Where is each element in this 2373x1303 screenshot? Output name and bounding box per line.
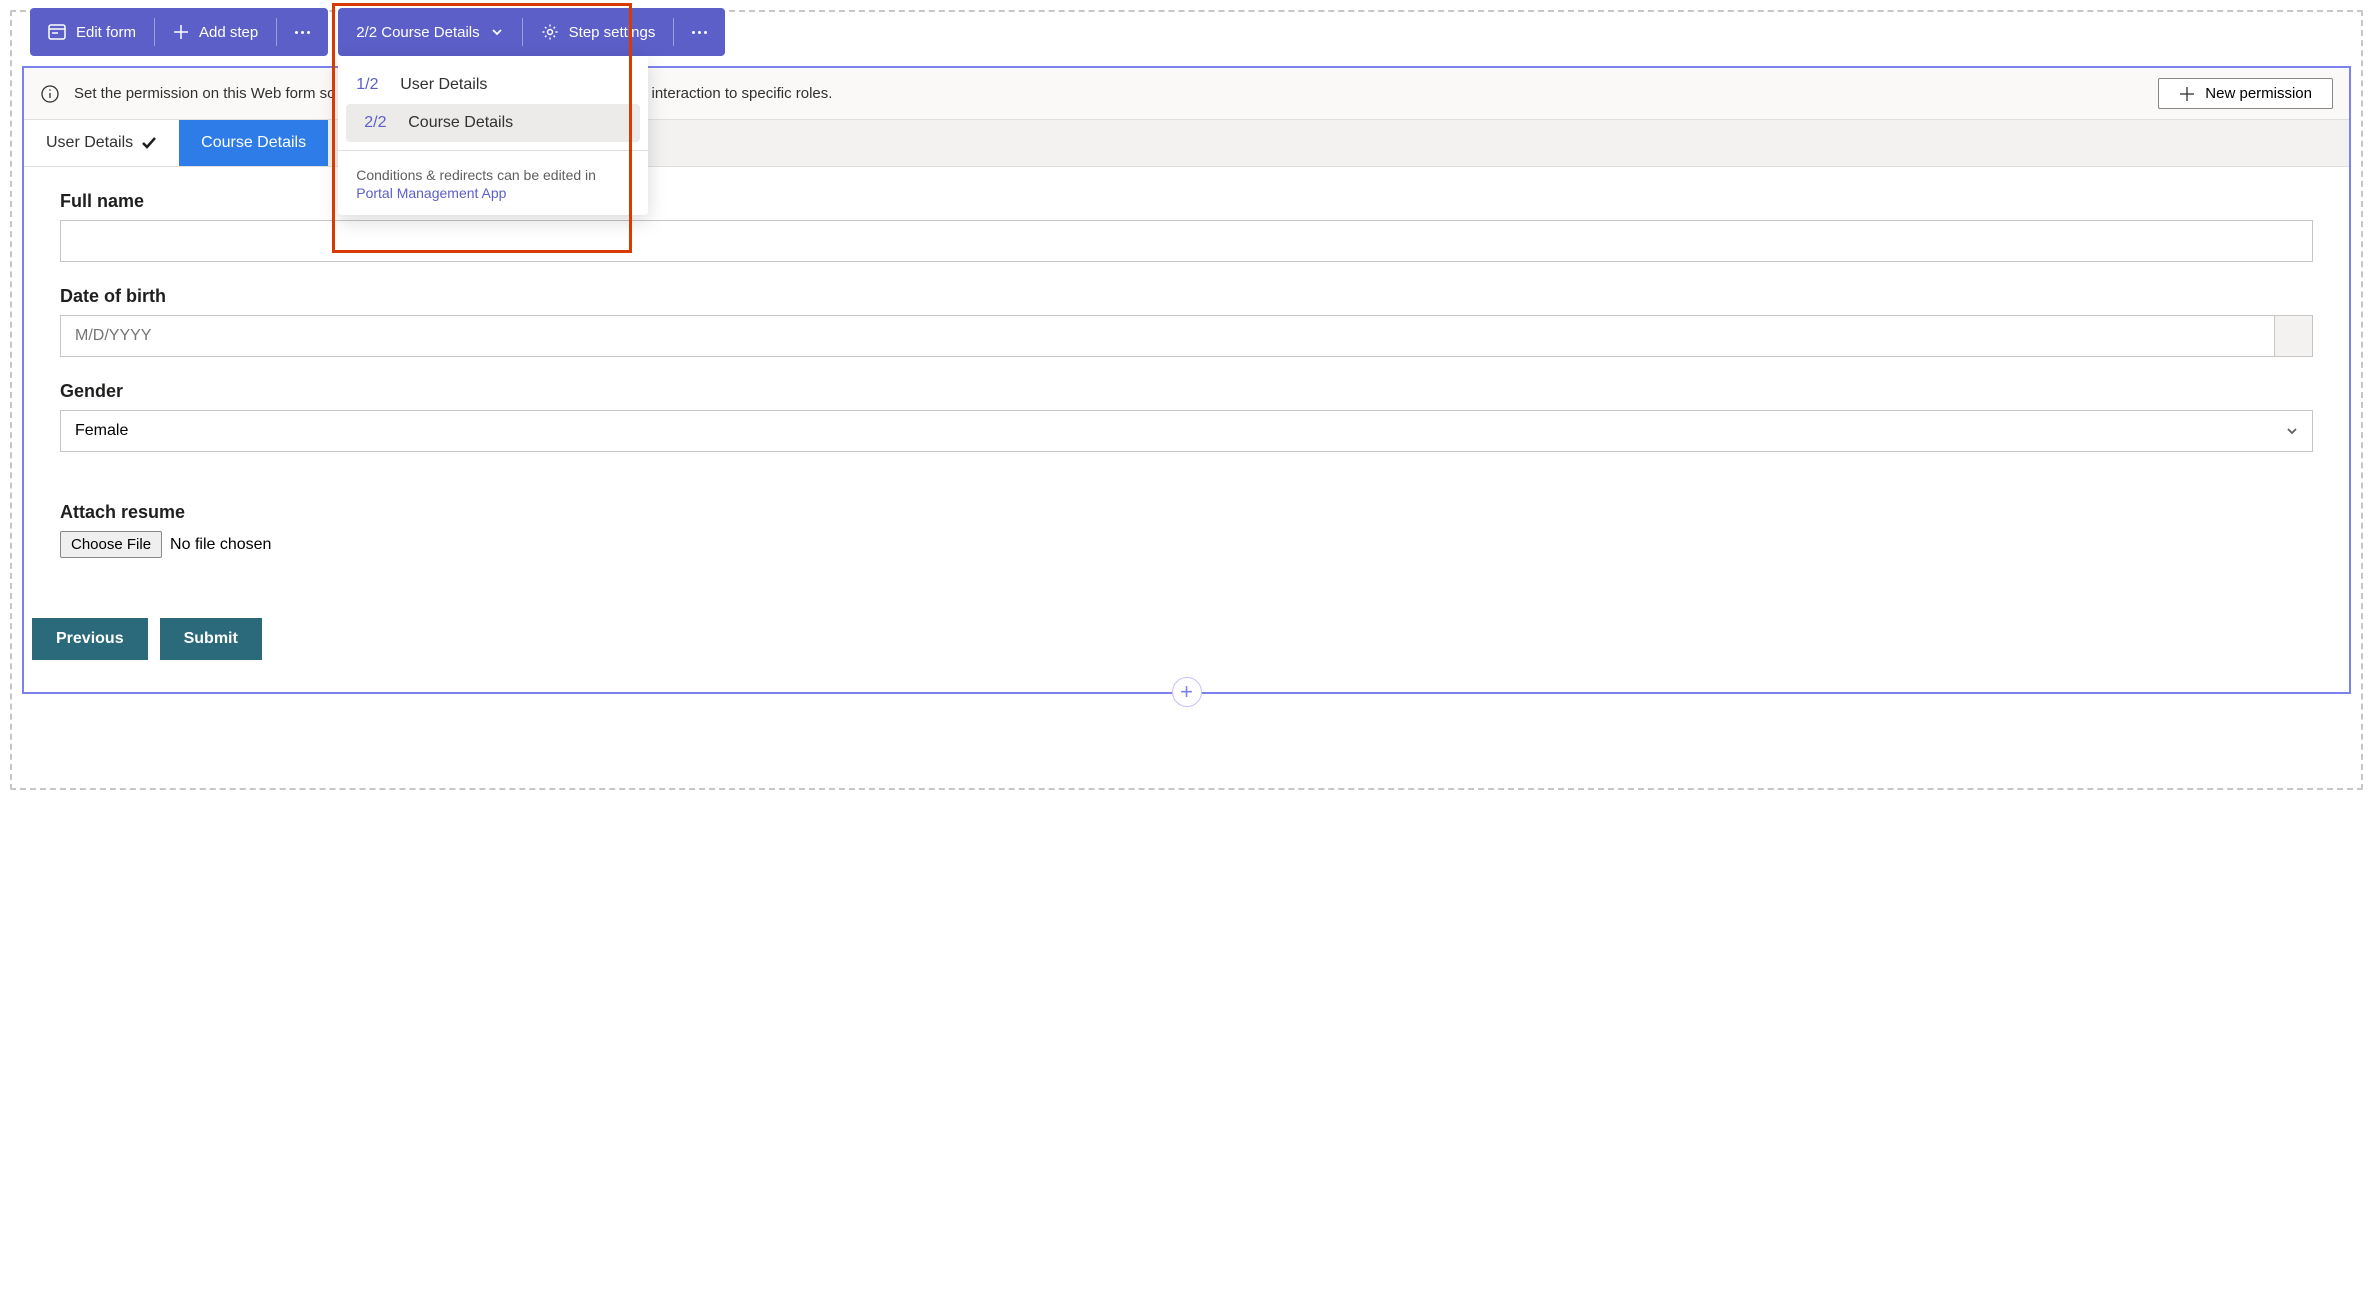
step-index: 1/2 [356,76,384,94]
ellipsis-icon [692,31,707,34]
plus-icon: + [1180,681,1193,703]
ellipsis-icon [295,31,310,34]
more-actions-primary[interactable] [277,8,328,56]
file-status-text: No file chosen [170,536,271,554]
step-option-course-details[interactable]: 2/2 Course Details [346,104,640,142]
portal-management-link[interactable]: Portal Management App [356,185,506,201]
resume-label: Attach resume [60,502,2313,523]
step-indicator-label: 2/2 Course Details [356,24,479,41]
add-step-button[interactable]: Add step [155,8,276,56]
toolbar-secondary: 2/2 Course Details Ste [338,8,725,56]
field-attach-resume: Attach resume Choose File No file chosen [60,502,2313,558]
full-name-input[interactable] [60,220,2313,262]
form-body: Full name Date of birth Gender [24,167,2349,692]
add-section-button[interactable]: + [1172,677,1202,707]
date-picker-button[interactable] [2274,315,2313,357]
form-button-row: Previous Submit [32,618,2313,684]
step-option-user-details[interactable]: 1/2 User Details [338,66,648,104]
plus-icon [2179,86,2195,102]
choose-file-button[interactable]: Choose File [60,531,162,558]
previous-button[interactable]: Previous [32,618,148,660]
add-step-label: Add step [199,24,258,41]
tab-label: User Details [46,134,133,152]
new-permission-label: New permission [2205,85,2312,102]
step-settings-button[interactable]: Step settings [523,8,674,56]
footer-text: Conditions & redirects can be edited in [356,167,596,183]
form-canvas-outline: Edit form Add step 2/2 Course Details [10,10,2363,790]
dob-input[interactable] [60,315,2274,357]
more-actions-secondary[interactable] [674,8,725,56]
dob-label: Date of birth [60,286,2313,307]
info-icon [40,84,60,104]
gear-icon [541,23,559,41]
gender-label: Gender [60,381,2313,402]
form-icon [48,23,66,41]
plus-icon [173,24,189,40]
check-icon [141,135,157,151]
submit-button[interactable]: Submit [160,618,262,660]
field-gender: Gender [60,381,2313,452]
step-label: User Details [400,76,487,94]
edit-form-label: Edit form [76,24,136,41]
gender-select[interactable] [60,410,2313,452]
toolbar-primary: Edit form Add step [30,8,328,56]
edit-form-button[interactable]: Edit form [30,8,154,56]
tab-label: Course Details [201,134,306,152]
field-date-of-birth: Date of birth [60,286,2313,357]
new-permission-button[interactable]: New permission [2158,78,2333,109]
step-settings-label: Step settings [569,24,656,41]
chevron-down-icon [490,25,504,39]
tab-course-details[interactable]: Course Details [179,120,328,166]
step-selector-button[interactable]: 2/2 Course Details [338,8,521,56]
tab-user-details[interactable]: User Details [24,120,179,166]
step-label: Course Details [408,114,513,132]
dropdown-footer: Conditions & redirects can be edited in … [338,159,648,205]
step-dropdown-panel: 1/2 User Details 2/2 Course Details Cond… [338,56,648,215]
step-index: 2/2 [364,114,392,132]
divider [338,150,648,151]
